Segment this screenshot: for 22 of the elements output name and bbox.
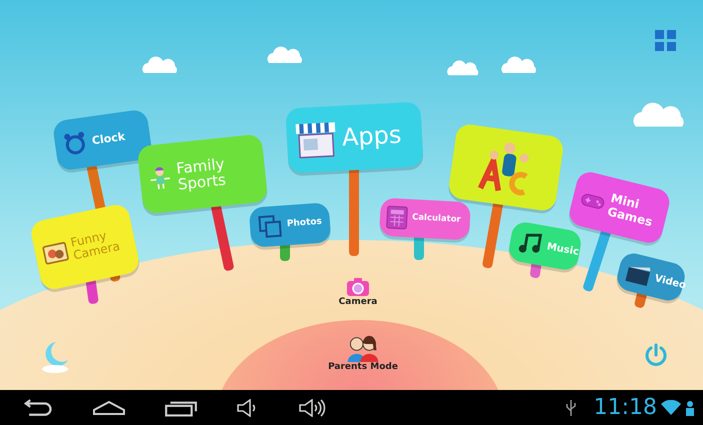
camera-icon: [346, 277, 370, 297]
app-sign[interactable]: Clock: [52, 108, 154, 172]
volume-up-icon[interactable]: [298, 398, 326, 416]
usb-icon: [566, 398, 576, 416]
calculator-icon: [384, 204, 410, 230]
app-sign[interactable]: Calculator: [379, 198, 471, 240]
parents-mode-button[interactable]: Parents Mode: [318, 335, 408, 372]
grid-menu-icon[interactable]: [655, 30, 677, 52]
recent-apps-icon[interactable]: [164, 398, 198, 416]
home-icon[interactable]: [92, 398, 126, 416]
parents-icon: [345, 335, 381, 362]
cloud-icon: [140, 55, 180, 75]
photos-icon: [257, 214, 283, 240]
wifi-icon: [661, 400, 681, 416]
app-sign[interactable]: Apps: [285, 102, 424, 174]
user-icon: [685, 400, 695, 416]
camera-button[interactable]: Camera: [335, 277, 381, 307]
cloud-icon: [445, 58, 481, 78]
app-sign[interactable]: Family Sports: [136, 134, 268, 214]
clock-time: 11:18: [594, 395, 657, 420]
app-sign[interactable]: Photos: [248, 202, 332, 248]
store-icon: [294, 119, 338, 160]
